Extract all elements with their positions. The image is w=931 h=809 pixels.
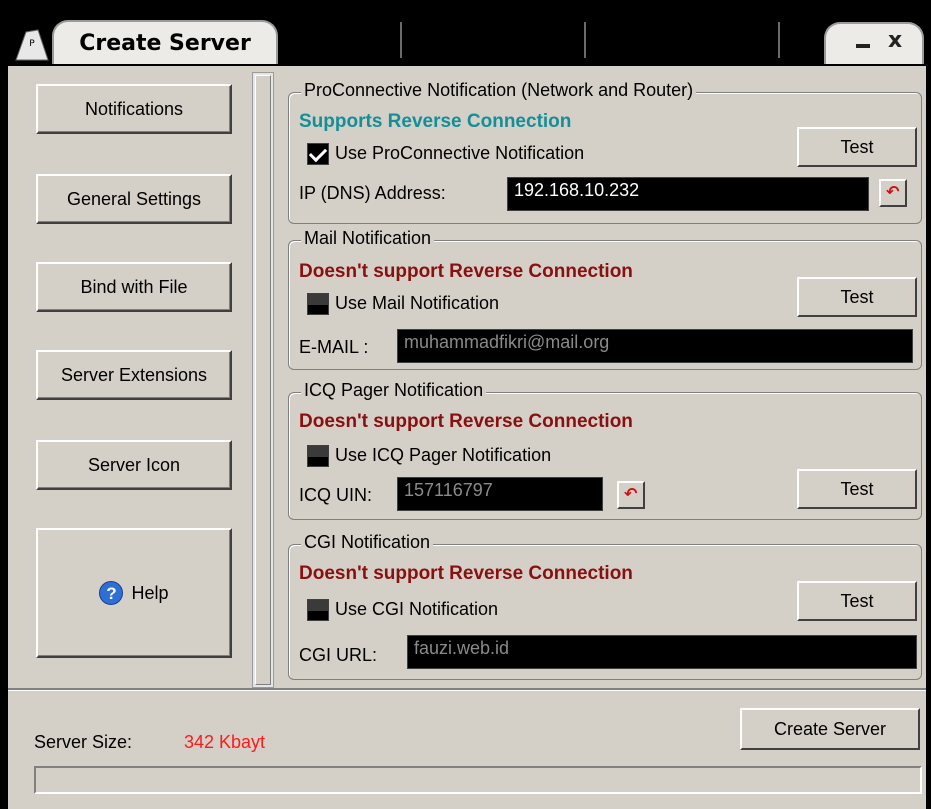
window-title: Create Server	[79, 30, 251, 56]
bind-with-file-label: Bind with File	[80, 276, 188, 297]
title-separator	[400, 22, 402, 58]
mail-group: Mail Notification Doesn't support Revers…	[288, 228, 922, 370]
proconnective-group: ProConnective Notification (Network and …	[288, 80, 922, 224]
test-label: Test	[840, 286, 874, 307]
svg-text:P: P	[29, 39, 35, 49]
help-button[interactable]: ? Help	[36, 528, 232, 658]
field-label: E-MAIL :	[299, 337, 369, 357]
reset-icon[interactable]: ↶	[617, 481, 645, 509]
email-field[interactable]: muhammadfikri@mail.org	[397, 329, 913, 363]
server-extensions-button[interactable]: Server Extensions	[36, 350, 232, 400]
checkbox-label: Use ICQ Pager Notification	[335, 445, 552, 465]
server-icon-button[interactable]: Server Icon	[36, 440, 232, 490]
general-settings-button[interactable]: General Settings	[36, 174, 232, 224]
bind-with-file-button[interactable]: Bind with File	[36, 262, 232, 312]
build-progress-bar	[34, 766, 922, 794]
status-unsupported: Doesn't support Reverse Connection	[299, 563, 633, 584]
title-separator	[778, 22, 780, 58]
minimize-icon[interactable]	[856, 44, 870, 48]
server-extensions-label: Server Extensions	[60, 364, 208, 385]
status-supported: Supports Reverse Connection	[299, 111, 572, 132]
close-icon[interactable]: x	[888, 28, 902, 53]
checkbox-label: Use Mail Notification	[335, 293, 500, 313]
status-unsupported: Doesn't support Reverse Connection	[299, 261, 633, 282]
cgi-url-input[interactable]: fauzi.web.id	[407, 635, 917, 669]
create-server-window: P Create Server x Notifications General …	[0, 0, 931, 809]
checkbox-label: Use ProConnective Notification	[335, 143, 585, 163]
create-server-label: Create Server	[773, 718, 887, 739]
icq-group: ICQ Pager Notification Doesn't support R…	[288, 380, 922, 520]
window-controls: x	[824, 22, 924, 64]
vertical-scrollbar[interactable]	[252, 72, 274, 688]
create-server-button[interactable]: Create Server	[740, 708, 920, 750]
test-label: Test	[840, 136, 874, 157]
app-logo-icon: P	[15, 29, 49, 61]
title-bar[interactable]: P Create Server x	[0, 0, 931, 66]
field-label: ICQ UIN:	[299, 485, 373, 505]
checkbox-label: Use CGI Notification	[335, 599, 499, 619]
ip-address-input[interactable]: 192.168.10.232	[507, 177, 869, 211]
test-button[interactable]: Test	[797, 127, 917, 167]
server-icon-label: Server Icon	[87, 454, 181, 475]
cgi-group: CGI Notification Doesn't support Reverse…	[288, 532, 922, 680]
status-unsupported: Doesn't support Reverse Connection	[299, 411, 633, 432]
test-button[interactable]: Test	[797, 277, 917, 317]
nav-panel: Notifications General Settings Bind with…	[8, 68, 248, 686]
divider	[8, 688, 926, 691]
general-settings-label: General Settings	[66, 188, 202, 209]
notifications-label: Notifications	[84, 98, 184, 119]
window-edge-right	[926, 66, 931, 809]
test-button[interactable]: Test	[797, 469, 917, 509]
field-label: CGI URL:	[299, 645, 378, 665]
help-label: Help	[131, 582, 169, 603]
window-title-tab: Create Server	[52, 20, 278, 64]
icq-uin-input[interactable]: 157116797	[397, 477, 603, 511]
mail-checkbox[interactable]	[307, 293, 329, 315]
group-legend: Mail Notification	[301, 228, 435, 249]
test-label: Test	[840, 478, 874, 499]
help-icon: ?	[99, 581, 124, 605]
group-legend: ICQ Pager Notification	[301, 380, 487, 401]
server-size-label: Server Size:	[34, 732, 133, 752]
icq-checkbox[interactable]	[307, 445, 329, 467]
scrollbar-thumb[interactable]	[255, 75, 271, 685]
reset-icon[interactable]: ↶	[879, 179, 907, 207]
field-label: IP (DNS) Address:	[299, 183, 446, 203]
title-separator	[584, 22, 586, 58]
proconnective-checkbox[interactable]	[307, 143, 329, 165]
group-legend: CGI Notification	[301, 532, 434, 553]
group-legend: ProConnective Notification (Network and …	[301, 80, 697, 101]
test-button[interactable]: Test	[797, 581, 917, 621]
cgi-checkbox[interactable]	[307, 599, 329, 621]
test-label: Test	[840, 590, 874, 611]
notifications-button[interactable]: Notifications	[36, 84, 232, 134]
window-edge-left	[0, 66, 8, 809]
server-size-value: 342 Kbayt	[184, 732, 266, 752]
